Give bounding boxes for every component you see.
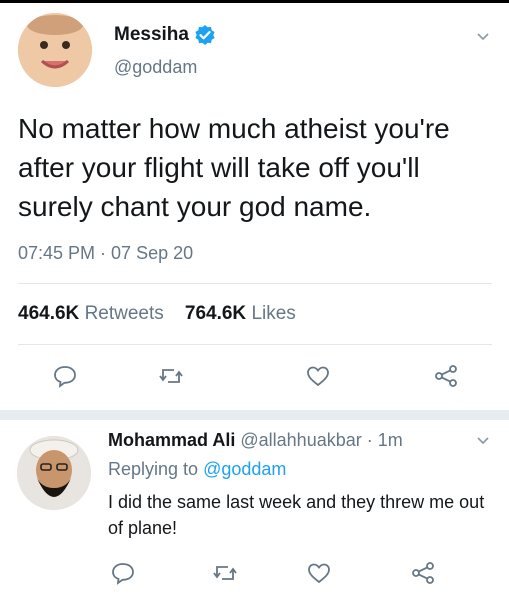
share-icon[interactable] [410,560,436,586]
divider [18,344,492,345]
replying-to-label: Replying to [108,459,199,479]
retweet-icon[interactable] [212,560,238,586]
section-divider [0,410,509,420]
replying-to: Replying to @goddam [108,459,286,480]
top-border [0,0,509,3]
tweet-text: No matter how much atheist you're after … [18,113,450,222]
action-bar [0,363,509,393]
like-icon[interactable] [306,560,332,586]
reply-text: I did the same last week and they threw … [108,492,485,538]
likes-label[interactable]: Likes [251,303,295,324]
baby-face-icon [18,13,92,87]
reply-icon[interactable] [52,363,78,389]
chevron-down-icon[interactable] [475,432,491,448]
like-icon[interactable] [305,363,331,389]
likes-count[interactable]: 764.6K [185,303,246,324]
replying-to-handle[interactable]: @goddam [203,459,286,479]
chevron-down-icon[interactable] [475,28,491,44]
retweet-icon[interactable] [158,363,184,389]
author-handle[interactable]: @goddam [114,57,197,78]
verified-badge-icon [194,24,216,46]
bearded-man-icon [17,436,91,510]
share-icon[interactable] [433,363,459,389]
author-name[interactable]: Messiha [114,24,189,46]
author-avatar[interactable] [18,13,92,87]
reply-age: · 1m [366,430,403,450]
reply-author-name[interactable]: Mohammad Ali [108,430,235,450]
reply-icon[interactable] [110,560,136,586]
tweet-timestamp: 07:45 PM · 07 Sep 20 [18,243,194,263]
divider [18,283,492,284]
reply-author-avatar[interactable] [17,436,91,510]
reply-action-bar [0,560,509,590]
reply-header: Mohammad Ali @allahhuakbar · 1m [108,430,403,451]
engagement-stats: 464.6K Retweets 764.6K Likes [18,303,296,325]
reply-author-handle[interactable]: @allahhuakbar [240,430,361,450]
retweets-count[interactable]: 464.6K [18,303,79,324]
retweets-label[interactable]: Retweets [85,303,164,324]
